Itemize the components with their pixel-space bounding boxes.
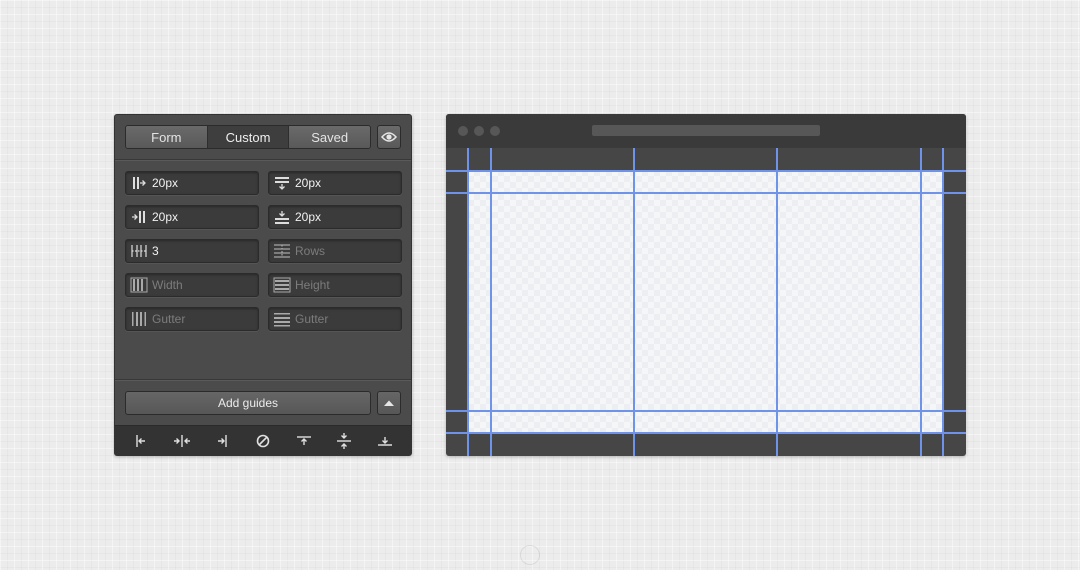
guide-horizontal bbox=[446, 410, 966, 412]
column-gutter-field[interactable]: Gutter bbox=[125, 307, 259, 331]
divider bbox=[115, 379, 411, 380]
row-margin-top-icon bbox=[269, 172, 295, 194]
margin-bottom-field[interactable]: 20px bbox=[268, 205, 402, 229]
divider bbox=[115, 159, 411, 160]
column-gutter-placeholder: Gutter bbox=[152, 312, 186, 326]
guide-left-button[interactable] bbox=[128, 429, 154, 453]
browser-titlebar bbox=[446, 114, 966, 148]
triangle-up-icon bbox=[384, 400, 394, 406]
margin-left-value: 20px bbox=[152, 176, 179, 190]
guide-bottom-icon bbox=[377, 436, 392, 446]
tab-saved[interactable]: Saved bbox=[288, 126, 370, 148]
guide-center-vertical-icon bbox=[173, 434, 190, 447]
mode-tabs: Form Custom Saved bbox=[125, 125, 371, 149]
margin-left-field[interactable]: 20px bbox=[125, 171, 259, 195]
add-guides-button[interactable]: Add guides bbox=[125, 391, 371, 415]
margin-right-field[interactable]: 20px bbox=[125, 205, 259, 229]
guides-panel: Form Custom Saved 20px 20px 20px 20px 3 … bbox=[114, 114, 412, 456]
guide-horizontal bbox=[446, 432, 966, 434]
row-gutter-placeholder: Gutter bbox=[295, 312, 329, 326]
eye-icon bbox=[381, 132, 397, 142]
guide-horizontal bbox=[446, 192, 966, 194]
tab-custom[interactable]: Custom bbox=[206, 126, 289, 148]
guide-top-icon bbox=[296, 435, 311, 445]
row-height-icon bbox=[269, 274, 295, 296]
row-margin-bottom-icon bbox=[269, 206, 295, 228]
page-canvas bbox=[468, 170, 944, 434]
row-height-field[interactable]: Height bbox=[268, 273, 402, 297]
columns-icon bbox=[126, 240, 152, 262]
guide-middle-horizontal-button[interactable] bbox=[331, 429, 357, 453]
watermark-logo bbox=[520, 545, 540, 565]
rows-icon bbox=[269, 240, 295, 262]
guide-center-vertical-button[interactable] bbox=[169, 429, 195, 453]
quick-guides-toolbar bbox=[115, 425, 411, 455]
toggle-visibility-button[interactable] bbox=[377, 125, 401, 149]
window-zoom-dot bbox=[490, 126, 500, 136]
column-width-placeholder: Width bbox=[152, 278, 183, 292]
column-margin-right-icon bbox=[126, 206, 152, 228]
guide-left-icon bbox=[136, 434, 146, 447]
columns-value: 3 bbox=[152, 244, 159, 258]
column-gutter-icon bbox=[126, 308, 152, 330]
rows-placeholder: Rows bbox=[295, 244, 326, 258]
row-height-placeholder: Height bbox=[295, 278, 330, 292]
clear-guides-button[interactable] bbox=[250, 429, 276, 453]
address-bar bbox=[592, 125, 820, 136]
margin-right-value: 20px bbox=[152, 210, 179, 224]
guide-right-button[interactable] bbox=[209, 429, 235, 453]
row-gutter-icon bbox=[269, 308, 295, 330]
window-close-dot bbox=[458, 126, 468, 136]
margin-top-field[interactable]: 20px bbox=[268, 171, 402, 195]
columns-field[interactable]: 3 bbox=[125, 239, 259, 263]
row-gutter-field[interactable]: Gutter bbox=[268, 307, 402, 331]
collapse-button[interactable] bbox=[377, 391, 401, 415]
window-minimize-dot bbox=[474, 126, 484, 136]
margin-top-value: 20px bbox=[295, 176, 322, 190]
rows-field[interactable]: Rows bbox=[268, 239, 402, 263]
guide-middle-horizontal-icon bbox=[337, 432, 352, 449]
guide-top-button[interactable] bbox=[291, 429, 317, 453]
add-guides-label: Add guides bbox=[217, 396, 279, 410]
guide-right-icon bbox=[218, 434, 228, 447]
column-width-icon bbox=[126, 274, 152, 296]
browser-preview bbox=[446, 114, 966, 456]
margin-bottom-value: 20px bbox=[295, 210, 322, 224]
clear-guides-icon bbox=[256, 434, 270, 447]
column-margin-left-icon bbox=[126, 172, 152, 194]
guide-horizontal bbox=[446, 170, 966, 172]
guide-bottom-button[interactable] bbox=[372, 429, 398, 453]
column-width-field[interactable]: Width bbox=[125, 273, 259, 297]
tab-form[interactable]: Form bbox=[126, 126, 207, 148]
